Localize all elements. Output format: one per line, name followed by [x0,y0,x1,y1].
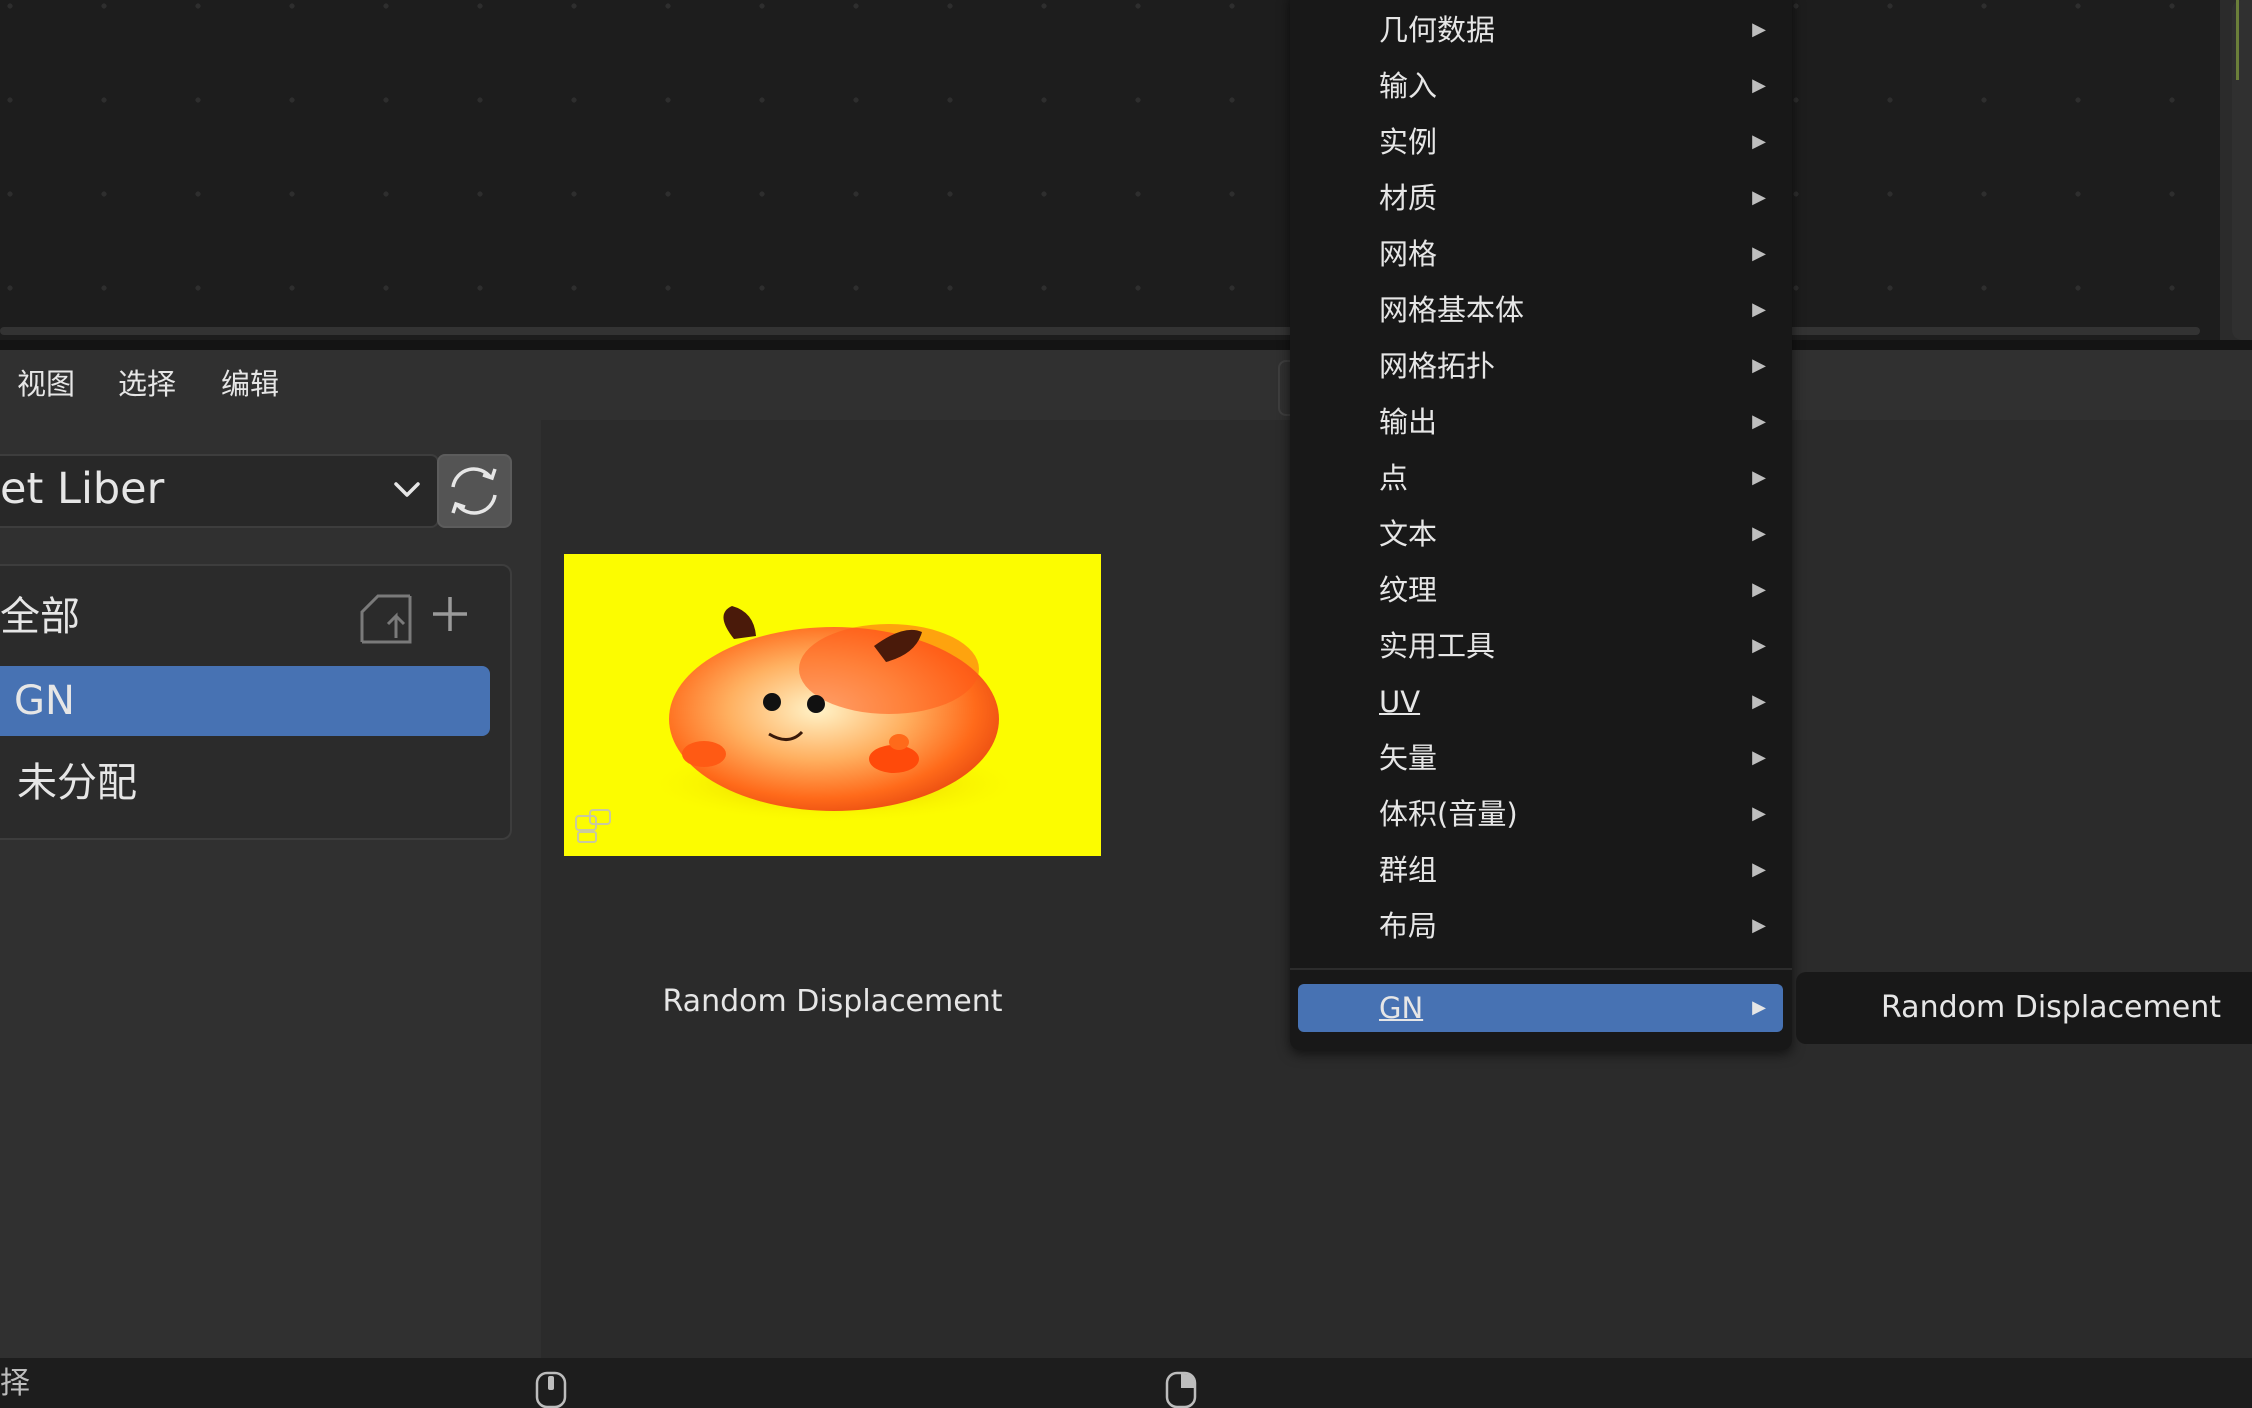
menu-item-label: 输出 [1379,405,1438,439]
submenu-item-random-displacement[interactable]: Random Displacement [1881,986,2221,1030]
menu-item-label: 纹理 [1379,573,1438,607]
menu-item-label: 网格 [1379,237,1438,271]
menu-item-point[interactable]: 点 ▶ [1379,454,1774,502]
submenu-arrow-icon: ▶ [1752,691,1766,712]
menu-item-utilities[interactable]: 实用工具 ▶ [1379,622,1774,670]
menu-item-mesh-primitives[interactable]: 网格基本体 ▶ [1379,286,1774,334]
submenu-arrow-icon: ▶ [1752,467,1766,488]
menu-edit[interactable]: 编辑 [221,364,279,404]
menu-item-geometry[interactable]: 几何数据 ▶ [1379,6,1774,54]
submenu-arrow-icon: ▶ [1752,411,1766,432]
menu-item-gn[interactable]: GN ▶ [1379,984,1774,1032]
submenu-arrow-icon: ▶ [1752,355,1766,376]
guinea-pig-image [644,606,1024,824]
menu-item-label: 几何数据 [1379,13,1496,47]
menu-item-material[interactable]: 材质 ▶ [1379,174,1774,222]
submenu-arrow-icon: ▶ [1752,635,1766,656]
menu-item-uv[interactable]: UV ▶ [1379,678,1774,726]
menu-item-label: 网格基本体 [1379,293,1525,327]
menu-item-vector[interactable]: 矢量 ▶ [1379,734,1774,782]
submenu-arrow-icon: ▶ [1752,579,1766,600]
mouse-right-icon [1165,1371,1197,1408]
catalog-item-unassigned[interactable]: 未分配 [17,748,137,818]
submenu-arrow-icon: ▶ [1752,243,1766,264]
menu-item-label: 输入 [1379,69,1438,103]
submenu-arrow-icon: ▶ [1752,915,1766,936]
submenu-arrow-icon: ▶ [1752,131,1766,152]
menu-item-label: 布局 [1379,909,1438,943]
menu-item-label: 矢量 [1379,741,1438,775]
menu-item-label: 材质 [1379,181,1438,215]
submenu-arrow-icon: ▶ [1752,803,1766,824]
submenu-arrow-icon: ▶ [1752,997,1766,1018]
status-text: 择 [0,1366,30,1401]
catalog-item-gn[interactable]: GN [0,666,490,736]
submenu-arrow-icon: ▶ [1752,523,1766,544]
sidebar-edge[interactable] [2232,0,2252,340]
menu-select[interactable]: 选择 [118,364,176,404]
menu-item-input[interactable]: 输入 ▶ [1379,62,1774,110]
menu-item-volume[interactable]: 体积(音量) ▶ [1379,790,1774,838]
geometry-nodes-icon [575,809,611,843]
submenu-arrow-icon: ▶ [1752,859,1766,880]
submenu-arrow-icon: ▶ [1752,747,1766,768]
status-bar [0,1358,2252,1408]
horizontal-scrollbar[interactable] [0,327,2200,335]
menu-item-label: 实例 [1379,125,1438,159]
menu-item-label: UV [1379,685,1421,719]
refresh-button[interactable] [437,454,512,528]
menu-item-label: 文本 [1379,517,1438,551]
menu-item-label: 网格拓扑 [1379,349,1496,383]
menu-item-output[interactable]: 输出 ▶ [1379,398,1774,446]
catalog-sidebar [0,420,541,1358]
refresh-icon [451,467,497,515]
menu-item-label: 点 [1379,461,1409,495]
menu-item-label: GN [1379,991,1424,1025]
menu-item-label: 体积(音量) [1379,797,1518,831]
menu-separator [1290,968,1792,970]
menu-item-instances[interactable]: 实例 ▶ [1379,118,1774,166]
catalog-parent-icon[interactable] [356,590,416,646]
asset-thumbnail[interactable] [564,554,1101,856]
asset-name: Random Displacement [662,984,1003,1019]
catalog-item-label: GN [14,678,75,724]
menu-item-label: 实用工具 [1379,629,1496,663]
chevron-down-icon [394,482,420,497]
menu-item-mesh[interactable]: 网格 ▶ [1379,230,1774,278]
submenu-arrow-icon: ▶ [1752,187,1766,208]
menu-item-layout[interactable]: 布局 ▶ [1379,902,1774,950]
node-editor-canvas[interactable] [0,0,2220,340]
submenu-arrow-icon: ▶ [1752,299,1766,320]
library-name: et Liber [0,464,165,514]
catalog-item-all[interactable]: 全部 [0,582,80,652]
area-divider[interactable] [0,340,2252,350]
plus-icon[interactable] [430,594,470,634]
menu-item-group[interactable]: 群组 ▶ [1379,846,1774,894]
menu-view[interactable]: 视图 [17,364,75,404]
menu-item-label: 群组 [1379,853,1438,887]
link-line [2236,0,2239,80]
submenu-arrow-icon: ▶ [1752,75,1766,96]
menu-item-mesh-topology[interactable]: 网格拓扑 ▶ [1379,342,1774,390]
asset-browser-header [0,350,2252,420]
mouse-left-icon [535,1371,567,1408]
menu-item-texture[interactable]: 纹理 ▶ [1379,566,1774,614]
submenu-arrow-icon: ▶ [1752,19,1766,40]
menu-item-text[interactable]: 文本 ▶ [1379,510,1774,558]
